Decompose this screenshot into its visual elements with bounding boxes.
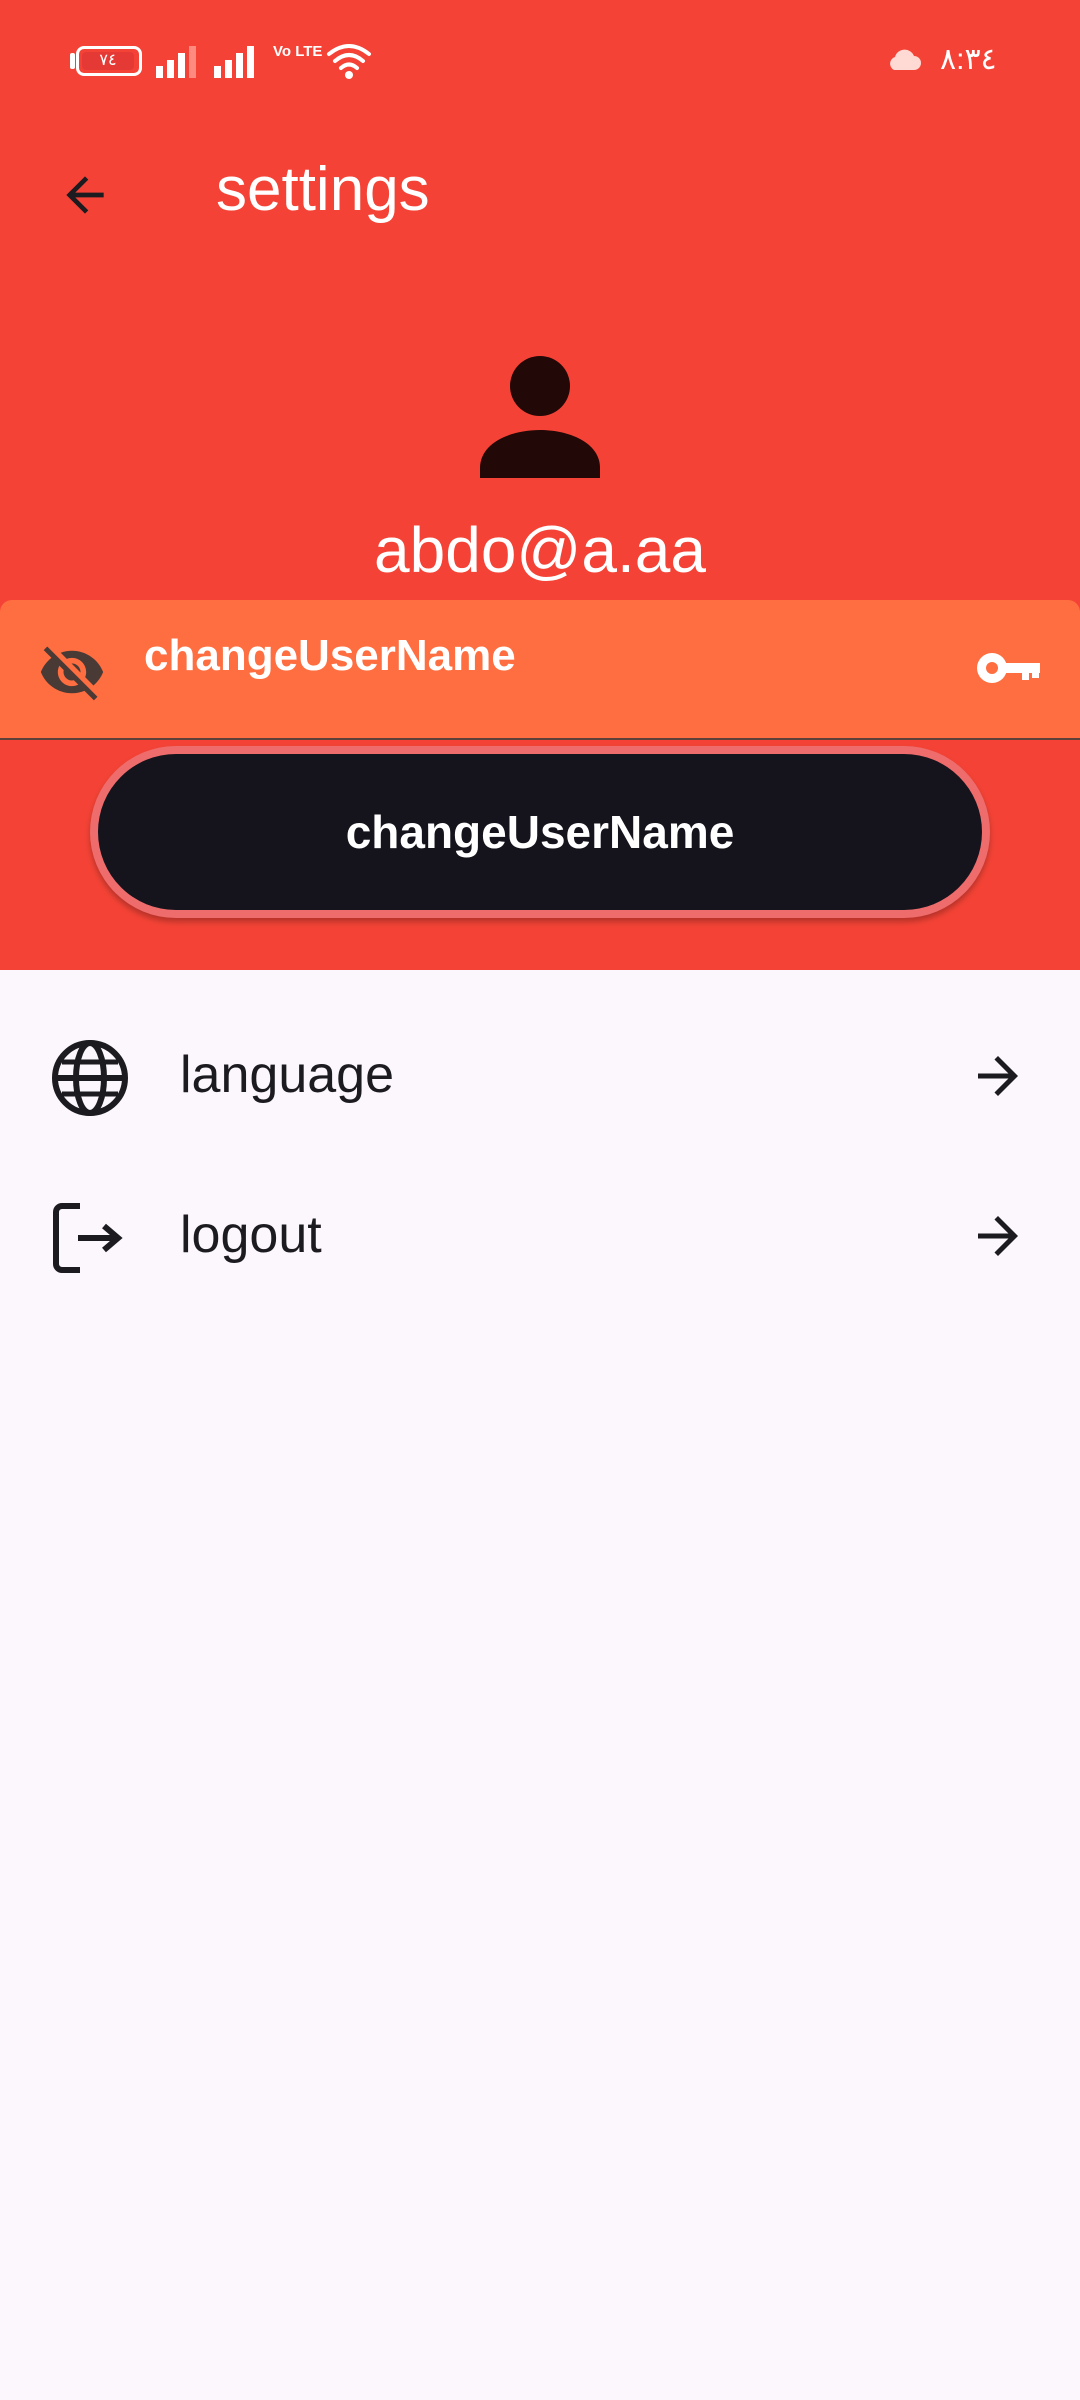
page-title: settings (216, 155, 430, 224)
change-username-button[interactable]: changeUserName (90, 746, 990, 918)
battery-level: ٧٤ (82, 52, 134, 70)
status-bar: ٧٤ Vo LTE ٨:٣٤ (0, 0, 1080, 120)
arrow-forward-icon (978, 1216, 1018, 1256)
signal-icon (156, 46, 196, 78)
user-email: abdo@a.aa (374, 514, 706, 586)
visibility-toggle-button[interactable] (36, 636, 108, 708)
globe-icon (52, 1040, 128, 1116)
visibility-off-icon (40, 646, 104, 701)
cloud-icon (890, 49, 921, 70)
menu-item-label: logout (180, 1206, 322, 1264)
person-icon (480, 356, 600, 478)
menu-item-logout[interactable]: logout (0, 1160, 1080, 1310)
logout-icon-wrap (48, 1196, 132, 1280)
wifi-icon (327, 44, 371, 79)
battery-icon: ٧٤ (76, 46, 142, 76)
arrow-forward-icon-wrap (964, 1202, 1032, 1270)
volte-icon: Vo LTE (273, 43, 323, 60)
arrow-forward-icon-wrap (964, 1042, 1032, 1110)
status-time: ٨:٣٤ (940, 43, 997, 76)
menu-item-language[interactable]: language (0, 1000, 1080, 1150)
signal-icon (214, 46, 254, 78)
globe-icon-wrap (48, 1036, 132, 1120)
key-icon (977, 653, 1040, 683)
arrow-forward-icon (978, 1056, 1018, 1096)
arrow-back-icon (66, 176, 104, 214)
battery-nub (70, 53, 75, 69)
menu-item-label: language (180, 1046, 394, 1104)
back-button[interactable] (50, 160, 120, 230)
username-field-value: changeUserName (144, 631, 516, 680)
username-field[interactable]: changeUserName (0, 600, 1080, 740)
logout-icon (53, 1203, 123, 1273)
change-username-button-label: changeUserName (98, 754, 982, 910)
header-panel: ٧٤ Vo LTE ٨:٣٤ settings abdo@a.aa change… (0, 0, 1080, 970)
